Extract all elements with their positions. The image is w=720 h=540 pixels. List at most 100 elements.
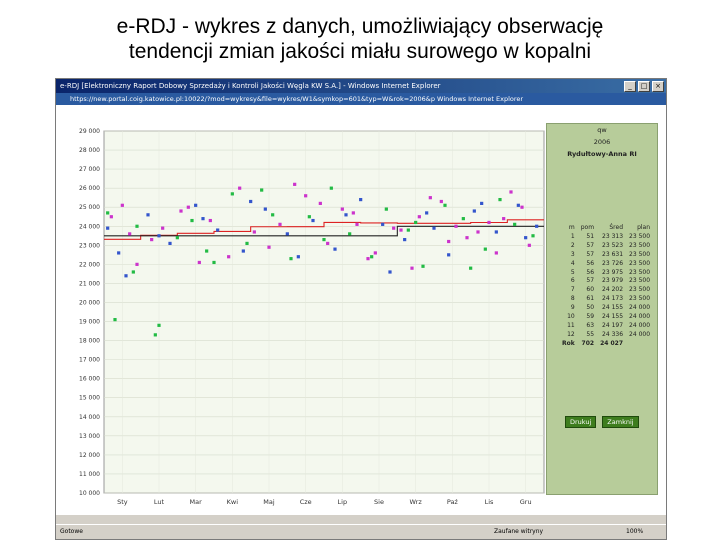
data-point [447, 239, 451, 244]
data-point [472, 209, 476, 213]
data-point [205, 249, 209, 253]
y-tick-label: 17 000 [79, 357, 100, 364]
data-point [146, 213, 150, 217]
data-point [417, 215, 421, 219]
y-tick-label: 10 000 [79, 490, 100, 497]
table-header-row: m pom Śred plan [559, 224, 653, 233]
table-cell: 6 [570, 277, 575, 285]
x-tick-label: Lip [338, 498, 348, 506]
zoom-level[interactable]: 100% [626, 525, 643, 539]
data-point [179, 209, 183, 213]
data-point [421, 264, 425, 268]
table-cell: 57 [586, 250, 595, 258]
maximize-button[interactable]: □ [638, 81, 650, 92]
side-panel: qw 2006 Rydułtowy-Anna RI m pom Śred plan 1 5… [546, 123, 658, 495]
data-point [384, 207, 388, 211]
panel-year: 2006 [593, 138, 611, 146]
data-point [168, 241, 172, 246]
data-point [216, 228, 220, 232]
table-cell: 24 000 [629, 304, 651, 312]
data-point [212, 260, 216, 265]
data-point [194, 203, 198, 207]
window-titlebar[interactable]: e-RDJ [Elektroniczny Raport Dobowy Sprze… [56, 79, 666, 93]
table-cell: 23 523 [602, 241, 624, 249]
close-button[interactable]: × [652, 81, 664, 92]
data-point [278, 222, 282, 226]
data-point [487, 220, 491, 225]
data-point [245, 241, 249, 246]
close-panel-button[interactable]: Zamknij [602, 416, 639, 428]
table-row: 1 51 23 313 23 500 [559, 233, 653, 242]
data-point [359, 197, 363, 202]
data-point [366, 257, 370, 261]
data-point [296, 255, 300, 259]
data-point [348, 232, 352, 236]
data-point [502, 217, 506, 221]
data-point [197, 260, 201, 265]
table-cell: 2 [570, 241, 575, 249]
table-cell: 9 [570, 304, 575, 312]
table-cell: 55 [586, 330, 595, 338]
minimize-button[interactable]: _ [624, 81, 636, 92]
table-total-cell: 24 027 [600, 339, 624, 347]
table-cell: 23 313 [602, 232, 624, 240]
data-point [106, 226, 110, 230]
data-point [230, 192, 234, 196]
y-tick-label: 19 000 [79, 319, 100, 326]
data-point [443, 203, 447, 207]
table-row: 5 56 23 975 23 500 [559, 269, 653, 278]
y-tick-label: 18 000 [79, 338, 100, 345]
x-tick-label: Paź [447, 498, 459, 506]
column-header: Śred [609, 224, 624, 231]
x-tick-label: Lis [485, 498, 494, 506]
x-tick-label: Sie [374, 498, 384, 506]
table-cell: 5 [570, 268, 575, 276]
table-cell: 23 500 [629, 268, 651, 276]
data-point [370, 255, 374, 259]
y-tick-label: 14 000 [79, 414, 100, 421]
y-tick-label: 22 000 [79, 261, 100, 268]
status-text: Gotowe [60, 528, 83, 535]
y-tick-label: 29 000 [79, 128, 100, 135]
print-button[interactable]: Drukuj [565, 416, 597, 428]
data-point [340, 207, 344, 211]
table-cell: 4 [570, 259, 575, 267]
data-point [454, 224, 458, 228]
table-row: 2 57 23 523 23 500 [559, 242, 653, 251]
data-point [476, 230, 480, 234]
data-point [414, 220, 418, 225]
table-total-cell [626, 340, 653, 349]
data-point [271, 213, 275, 217]
table-cell: 7 [570, 286, 575, 294]
table-cell: 24 000 [629, 321, 651, 329]
table-cell: 23 500 [629, 250, 651, 258]
slide-title: e-RDJ - wykres z danych, umożliwiający o… [0, 14, 720, 64]
table-cell: 12 [567, 330, 575, 338]
table-row: 9 50 24 155 24 000 [559, 304, 653, 313]
plot-area [103, 130, 545, 494]
data-point [465, 236, 469, 240]
table-row: 12 55 24 336 24 000 [559, 331, 653, 340]
data-point [109, 215, 113, 219]
data-point [329, 186, 333, 190]
y-tick-label: 21 000 [79, 280, 100, 287]
table-row: 11 63 24 197 24 000 [559, 322, 653, 331]
data-point [513, 222, 517, 226]
table-cell: 56 [586, 268, 595, 276]
table-total-row: Rok 702 24 027 [559, 340, 653, 349]
data-point [106, 211, 110, 215]
address-bar[interactable]: https://new.portal.coig.katowice.pl:1002… [56, 93, 666, 105]
table-cell: 61 [586, 295, 595, 303]
data-point [249, 199, 253, 204]
data-point [425, 211, 429, 215]
data-point [399, 228, 403, 232]
data-point [333, 247, 337, 251]
data-point [161, 226, 165, 230]
y-tick-label: 23 000 [79, 242, 100, 249]
window-title: e-RDJ [Elektroniczny Raport Dobowy Sprze… [60, 82, 441, 90]
data-point [238, 186, 242, 190]
table-cell: 23 979 [602, 277, 624, 285]
data-point [535, 224, 539, 228]
data-point [311, 218, 315, 223]
window-controls: _ □ × [624, 81, 664, 92]
